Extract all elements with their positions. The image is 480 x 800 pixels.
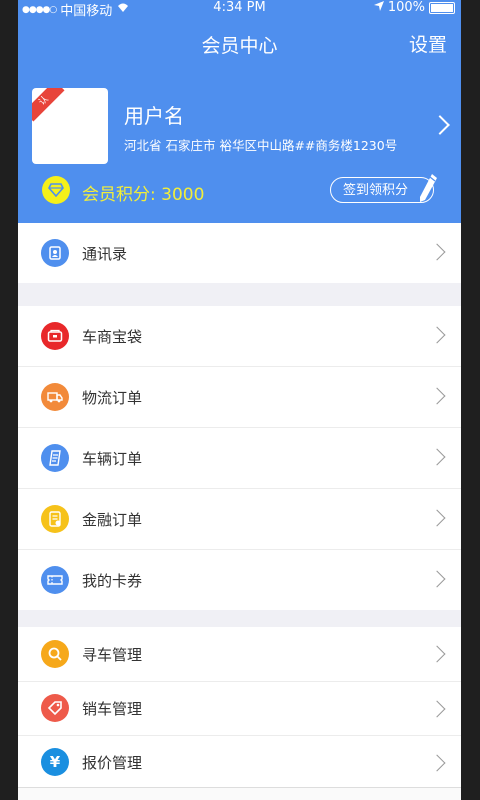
section-orders: 车商宝袋 物流订单 车辆订单 金融订单 我的卡券 bbox=[18, 306, 461, 610]
truck-icon bbox=[41, 383, 69, 411]
settings-button[interactable]: 设置 bbox=[409, 30, 447, 57]
menu-item-label: 金融订单 bbox=[82, 511, 143, 529]
points-label: 会员积分: bbox=[82, 185, 156, 205]
ticket-icon bbox=[41, 566, 69, 594]
menu-item-label: 物流订单 bbox=[82, 389, 143, 407]
location-icon bbox=[373, 0, 384, 15]
chevron-right-icon bbox=[428, 387, 446, 405]
yen-icon: ¥ bbox=[41, 748, 69, 776]
battery-icon bbox=[429, 1, 455, 14]
chevron-right-icon bbox=[428, 243, 446, 261]
menu-item-quote-management[interactable]: ¥ 报价管理 bbox=[18, 736, 461, 789]
username: 用户名 bbox=[124, 104, 184, 128]
menu-item-car-sales-management[interactable]: 销车管理 bbox=[18, 682, 461, 736]
page-title: 会员中心 bbox=[201, 35, 278, 57]
battery-percent: 100% bbox=[387, 0, 425, 15]
search-icon bbox=[41, 640, 69, 668]
menu-item-label: 车商宝袋 bbox=[82, 328, 143, 346]
user-address: 河北省 石家庄市 裕华区中山路##商务楼1230号 bbox=[124, 138, 398, 153]
menu-item-vehicle-orders[interactable]: 车辆订单 bbox=[18, 428, 461, 489]
pencil-icon bbox=[418, 172, 438, 206]
menu-item-label: 销车管理 bbox=[82, 700, 143, 718]
document-icon bbox=[41, 444, 69, 472]
menu-item-label: 报价管理 bbox=[82, 754, 143, 772]
section-contacts: 通讯录 bbox=[18, 223, 461, 283]
menu-item-dealer-wallet[interactable]: 车商宝袋 bbox=[18, 306, 461, 367]
chevron-right-icon bbox=[428, 754, 446, 772]
menu-item-logistics-orders[interactable]: 物流订单 bbox=[18, 367, 461, 428]
tag-icon bbox=[41, 694, 69, 722]
chevron-right-icon bbox=[428, 570, 446, 588]
menu-item-label: 车辆订单 bbox=[82, 450, 143, 468]
section-management: 寻车管理 销车管理 ¥ 报价管理 bbox=[18, 627, 461, 789]
menu-item-finance-orders[interactable]: 金融订单 bbox=[18, 489, 461, 550]
phone-screen: ●●●●○ 中国移动 4:34 PM 100% 会员中心 设置 认 用户名 河北… bbox=[18, 0, 461, 800]
status-bar: ●●●●○ 中国移动 4:34 PM 100% bbox=[18, 0, 461, 19]
contacts-icon bbox=[41, 239, 69, 267]
avatar[interactable]: 认 bbox=[32, 88, 108, 164]
menu-item-label: 通讯录 bbox=[82, 245, 128, 263]
points-value: 3000 bbox=[161, 185, 205, 205]
chevron-right-icon bbox=[428, 326, 446, 344]
wallet-icon bbox=[41, 322, 69, 350]
menu-item-car-search-management[interactable]: 寻车管理 bbox=[18, 627, 461, 682]
chevron-right-icon bbox=[428, 645, 446, 663]
chevron-right-icon bbox=[428, 448, 446, 466]
menu-item-my-coupons[interactable]: 我的卡券 bbox=[18, 550, 461, 610]
menu-item-label: 我的卡券 bbox=[82, 572, 143, 590]
tab-bar bbox=[18, 787, 461, 800]
menu-item-label: 寻车管理 bbox=[82, 646, 143, 664]
diamond-icon bbox=[42, 176, 70, 204]
chevron-right-icon bbox=[428, 700, 446, 718]
nav-bar: 会员中心 设置 bbox=[18, 28, 461, 58]
finance-icon bbox=[41, 505, 69, 533]
verified-badge: 认 bbox=[32, 88, 65, 122]
chevron-right-icon bbox=[428, 509, 446, 527]
menu-item-contacts[interactable]: 通讯录 bbox=[18, 223, 461, 283]
member-points: 会员积分: 3000 bbox=[82, 180, 204, 205]
